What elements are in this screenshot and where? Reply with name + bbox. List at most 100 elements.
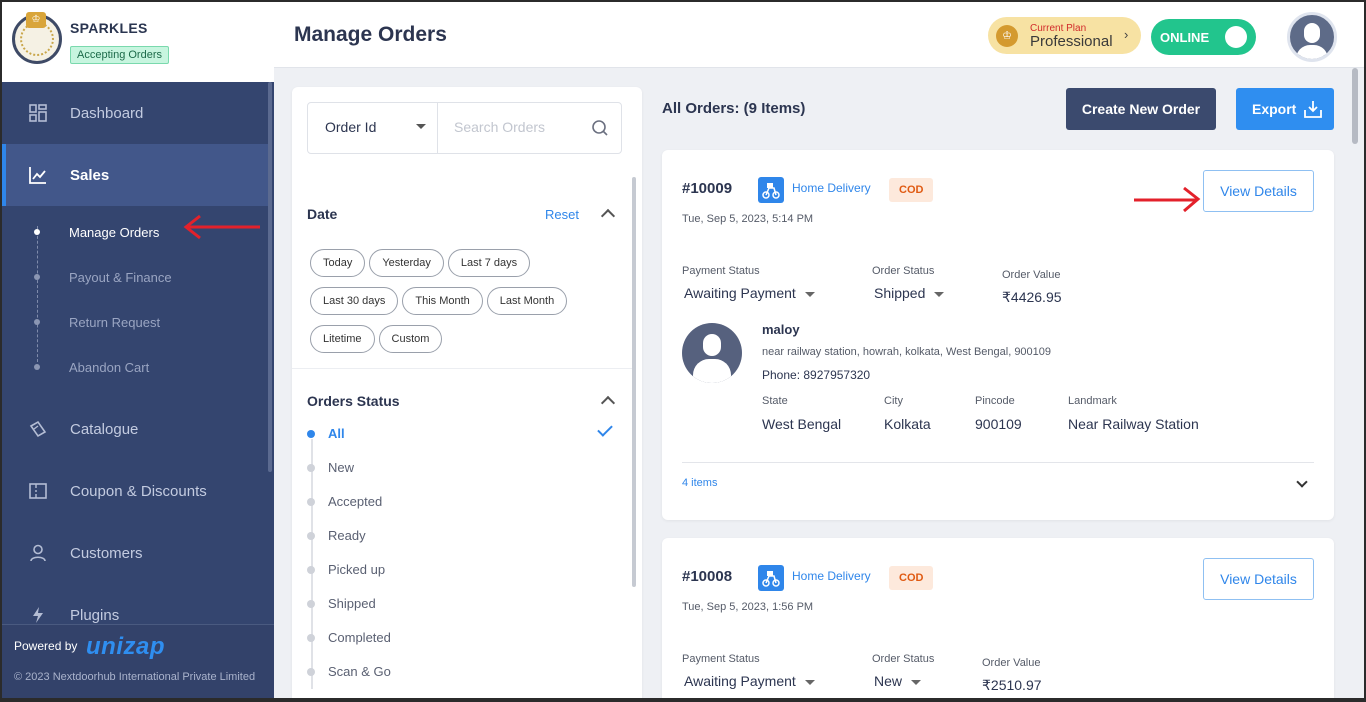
sidebar-item-customers[interactable]: Customers [2, 522, 274, 584]
date-chip-last-month[interactable]: Last Month [486, 287, 568, 315]
items-count-link[interactable]: 4 items [682, 477, 717, 489]
sidebar-nav: Dashboard Sales Manage Orders Payout & F… [2, 82, 274, 646]
subitem-label: Manage Orders [69, 225, 160, 240]
sidebar-subitem-abandon-cart[interactable]: Abandon Cart [2, 345, 274, 390]
customer-name: maloy [762, 322, 800, 337]
order-status-value: Shipped [874, 285, 926, 301]
sidebar-item-dashboard[interactable]: Dashboard [2, 82, 274, 144]
page-title: Manage Orders [294, 23, 447, 46]
date-chip-custom[interactable]: Custom [378, 325, 443, 353]
status-item-ready[interactable]: Ready [307, 529, 627, 563]
plan-name: Professional [1030, 33, 1113, 50]
payment-status-label: Payment Status [682, 265, 760, 277]
delivery-type: Home Delivery [792, 569, 871, 583]
sidebar-subitem-payout-finance[interactable]: Payout & Finance [2, 255, 274, 300]
date-chip-last-7-days[interactable]: Last 7 days [447, 249, 531, 277]
sidebar-item-catalogue[interactable]: Catalogue [2, 398, 274, 460]
view-details-button[interactable]: View Details [1203, 558, 1314, 600]
annotation-arrow-right [1134, 186, 1201, 213]
order-value-label: Order Value [982, 657, 1041, 669]
store-status-badge: Accepting Orders [70, 46, 169, 64]
app-window: ♔ SPARKLES Accepting Orders Dashboard Sa… [2, 2, 1364, 698]
filter-scrollbar[interactable] [632, 177, 636, 587]
caret-down-icon [804, 679, 815, 685]
sidebar-item-coupon-discounts[interactable]: Coupon & Discounts [2, 460, 274, 522]
search-icon[interactable] [591, 119, 609, 137]
sidebar-subitem-return-request[interactable]: Return Request [2, 300, 274, 345]
date-chip-lifetime[interactable]: Litetime [310, 325, 375, 353]
user-icon [28, 543, 48, 563]
online-label: ONLINE [1160, 30, 1210, 45]
reset-link[interactable]: Reset [545, 207, 579, 222]
divider [292, 368, 634, 369]
chevron-up-icon[interactable] [600, 395, 616, 411]
coupon-icon [28, 481, 48, 501]
create-order-button[interactable]: Create New Order [1066, 88, 1216, 130]
status-label: Ready [328, 528, 366, 543]
main-scrollbar[interactable] [1352, 68, 1358, 144]
store-name: SPARKLES [70, 20, 148, 36]
status-item-all[interactable]: All [307, 421, 627, 461]
order-card: #10008 Home Delivery COD Tue, Sep 5, 202… [662, 538, 1334, 698]
copyright-text: © 2023 Nextdoorhub International Private… [14, 671, 256, 683]
status-label: All [328, 426, 345, 441]
toggle-knob [1225, 26, 1247, 48]
subitem-label: Return Request [69, 315, 161, 330]
sidebar-item-label: Sales [70, 166, 110, 184]
order-id[interactable]: #10009 [682, 180, 732, 197]
orders-count-title: All Orders: (9 Items) [662, 100, 806, 117]
annotation-arrow-left [183, 214, 260, 240]
delivery-scooter-icon [758, 565, 784, 591]
customer-avatar [682, 323, 742, 383]
status-label: Picked up [328, 562, 386, 577]
sidebar-scrollbar[interactable] [268, 82, 272, 472]
payment-status-value: Awaiting Payment [684, 285, 796, 301]
search-input[interactable] [454, 119, 584, 135]
status-item-new[interactable]: New [307, 461, 627, 495]
order-status-select[interactable]: Shipped [874, 285, 945, 301]
sidebar-item-label: Dashboard [70, 104, 144, 122]
online-toggle[interactable]: ONLINE [1151, 19, 1256, 55]
status-item-shipped[interactable]: Shipped [307, 597, 627, 631]
state-label: State [762, 395, 788, 407]
search-field-value: Order Id [325, 119, 377, 135]
lightning-icon [28, 605, 48, 625]
date-chip-last-30-days[interactable]: Last 30 days [310, 287, 399, 315]
top-header: Manage Orders ♔ Current Plan Professiona… [274, 2, 1364, 68]
chevron-up-icon[interactable] [600, 208, 616, 224]
order-status-select[interactable]: New [874, 673, 922, 689]
caret-down-icon [416, 124, 426, 129]
current-plan-button[interactable]: ♔ Current Plan Professional › [988, 17, 1141, 54]
sidebar-item-label: Coupon & Discounts [70, 482, 207, 500]
city-value: Kolkata [884, 416, 931, 432]
status-item-accepted[interactable]: Accepted [307, 495, 627, 529]
chevron-down-icon[interactable] [1296, 476, 1308, 488]
view-details-button[interactable]: View Details [1203, 170, 1314, 212]
order-date: Tue, Sep 5, 2023, 5:14 PM [682, 213, 814, 225]
order-value-label: Order Value [1002, 269, 1061, 281]
date-chip-today[interactable]: Today [310, 249, 366, 277]
date-chip-this-month[interactable]: This Month [402, 287, 483, 315]
sidebar-item-sales[interactable]: Sales [2, 144, 268, 206]
search-field-select[interactable]: Order Id [308, 103, 438, 153]
payment-status-select[interactable]: Awaiting Payment [684, 673, 815, 689]
landmark-value: Near Railway Station [1068, 416, 1199, 432]
status-item-picked-up[interactable]: Picked up [307, 563, 627, 597]
export-button[interactable]: Export [1236, 88, 1334, 130]
unizap-logo: unizap [86, 633, 165, 660]
caret-down-icon [911, 679, 922, 685]
status-item-scan-go[interactable]: Scan & Go [307, 665, 627, 698]
date-section-title: Date [307, 206, 338, 222]
filter-panel: Order Id Date Reset TodayYesterdayLast 7… [292, 87, 642, 698]
status-item-completed[interactable]: Completed [307, 631, 627, 665]
orders-status-title: Orders Status [307, 393, 400, 409]
status-label: Shipped [328, 596, 376, 611]
payment-status-select[interactable]: Awaiting Payment [684, 285, 815, 301]
user-avatar[interactable] [1287, 12, 1337, 62]
date-chip-yesterday[interactable]: Yesterday [369, 249, 444, 277]
status-list: All New Accepted Ready Picked up Shipped… [307, 421, 627, 698]
sidebar-item-label: Customers [70, 544, 143, 562]
delivery-scooter-icon [758, 177, 784, 203]
order-id[interactable]: #10008 [682, 568, 732, 585]
subitem-label: Abandon Cart [69, 360, 150, 375]
